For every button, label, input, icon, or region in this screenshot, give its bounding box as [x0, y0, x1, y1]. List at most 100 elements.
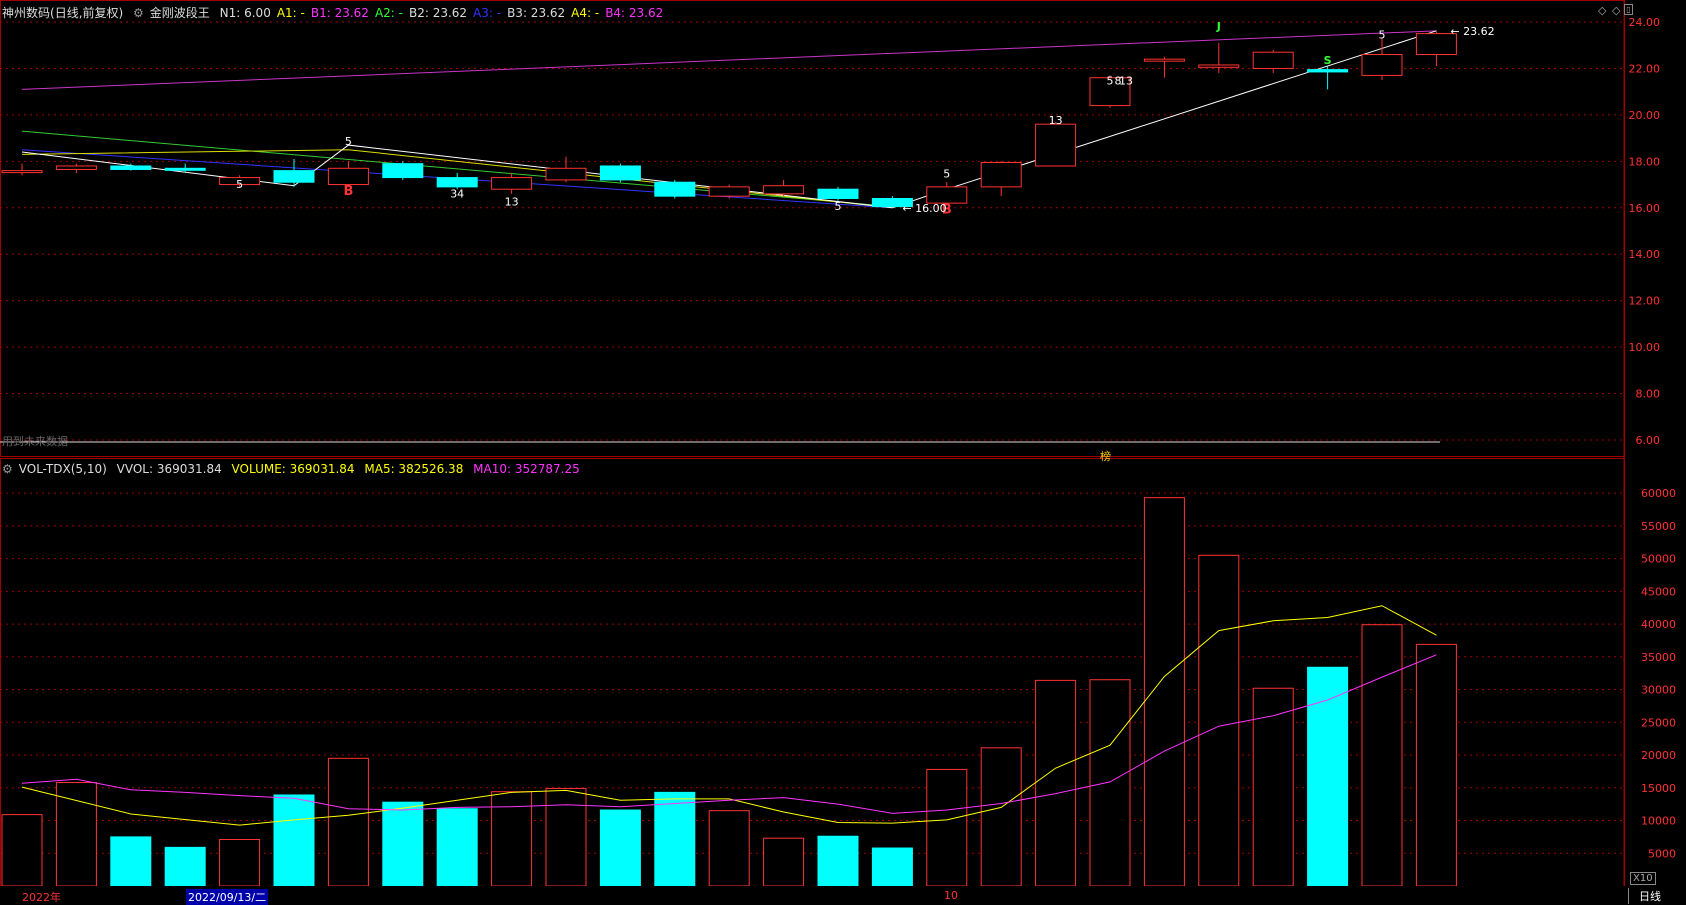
volume-tick-label: 40000 [1641, 618, 1676, 631]
candle-body [382, 163, 424, 179]
indicator-param: B2: 23.62 [408, 6, 468, 20]
candle-body [980, 161, 1022, 188]
gear-icon[interactable]: ⚙ [133, 6, 144, 20]
volume-bar [436, 808, 478, 887]
rank-label: 榜 [1100, 450, 1111, 463]
indicator-param: N1: 6.00 [219, 6, 271, 20]
chart-annotation: 5 [345, 135, 352, 148]
chart-annotation: B [343, 184, 353, 199]
candle-body [491, 177, 533, 190]
candle-body [817, 188, 859, 199]
volume-bar [164, 846, 206, 887]
period-mode: (日线,前复权) [50, 6, 124, 20]
diamond-icon[interactable]: ◇ [1598, 4, 1606, 17]
volume-bar [1415, 643, 1457, 887]
indicator-param: A3: - [473, 6, 502, 20]
volume-tick-label: 50000 [1641, 553, 1676, 566]
candle-body [1361, 54, 1403, 76]
candle-body [763, 185, 805, 195]
chart-annotation: 5 [835, 200, 842, 213]
panel-toggle-icon[interactable]: ▯ [1624, 4, 1633, 15]
indicator-name[interactable]: 金刚波段王 [150, 6, 210, 20]
future-data-label: 用到未来数据 [2, 435, 68, 448]
volume-bar [55, 782, 97, 887]
volume-bar [871, 847, 913, 887]
indicator-param: A4: - [571, 6, 600, 20]
vvol-value: VVOL: 369031.84 [116, 462, 222, 476]
ma10-value: MA10: 352787.25 [473, 462, 580, 476]
volume-tick-label: 30000 [1641, 684, 1676, 697]
candle-body [55, 165, 97, 170]
indicator-param: B4: 23.62 [605, 6, 664, 20]
indicator-param: A1: - [276, 6, 305, 20]
month-label: 10 [944, 889, 958, 902]
high-price-marker: ← 23.62 [1450, 25, 1494, 38]
price-tick-label: 14.00 [1629, 248, 1661, 261]
candle-body [1143, 58, 1185, 62]
price-tick-label: 20.00 [1629, 109, 1661, 122]
volume-tick-label: 5000 [1648, 847, 1676, 860]
year-label: 2022年 [22, 891, 61, 904]
volume-tick-label: 15000 [1641, 782, 1676, 795]
candle-body [545, 167, 587, 181]
price-tick-label: 12.00 [1629, 295, 1661, 308]
chart-annotation: 13 [1049, 114, 1063, 127]
price-tick-label: 18.00 [1629, 155, 1661, 168]
candle-body [654, 181, 696, 197]
chart-annotation: 5 [236, 178, 243, 191]
chart-annotation: 34 [450, 187, 464, 200]
volume-indicator-name[interactable]: VOL-TDX(5,10) [19, 462, 107, 476]
candle-body [926, 186, 968, 204]
candle-body [1252, 51, 1294, 69]
volume-tick-label: 45000 [1641, 585, 1676, 598]
candle-body [1198, 64, 1240, 68]
volume-tick-label: 10000 [1641, 815, 1676, 828]
ma5-value: MA5: 382526.38 [364, 462, 464, 476]
candle-body [708, 186, 750, 197]
candle-body [1307, 69, 1349, 73]
gear-icon[interactable]: ⚙ [2, 462, 13, 476]
price-tick-label: 6.00 [1636, 434, 1661, 447]
volume-bar [654, 791, 696, 887]
chart-annotation: J [1216, 20, 1221, 33]
candle-body [164, 167, 206, 171]
volume-bar [817, 835, 859, 887]
chart-annotation: 13 [1119, 75, 1133, 88]
price-tick-label: 22.00 [1629, 62, 1661, 75]
volume-bar [1, 814, 43, 887]
volume-bar [273, 794, 315, 887]
stock-chart[interactable]: 24.00 22.00 20.00 18.00 16.00 14.00 12.00 10.00… [0, 0, 1686, 904]
volume-bar [110, 836, 152, 887]
selected-date-label: 2022/09/13/二 [186, 889, 269, 905]
circle-icon[interactable]: ◇ [1612, 4, 1620, 17]
candle-body [110, 165, 152, 170]
volume-bar [219, 839, 261, 887]
volume-bar [1198, 554, 1240, 887]
price-tick-label: 8.00 [1636, 388, 1661, 401]
price-tick-label: 24.00 [1629, 16, 1661, 29]
chart-annotation: 5 [943, 168, 950, 181]
volume-tick-label: 55000 [1641, 520, 1676, 533]
volume-bar [1252, 687, 1294, 887]
volume-tick-label: 60000 [1641, 487, 1676, 500]
period-tab[interactable]: 日线 [1628, 888, 1661, 904]
volume-bar [599, 809, 641, 887]
volume-bar [545, 787, 587, 887]
chart-annotation: S [1324, 54, 1332, 67]
chart-annotation: 5 [1379, 28, 1386, 41]
stock-name[interactable]: 神州数码 [2, 6, 50, 20]
candle-body [1035, 123, 1077, 167]
volume-bar [1143, 497, 1185, 887]
volume-bar [763, 837, 805, 887]
price-panel-header: 神州数码(日线,前复权) ⚙ 金刚波段王 N1: 6.00 A1: - B1: 23.… [2, 4, 675, 21]
indicator-params: N1: 6.00 A1: - B1: 23.62 A2: - B2: 23.62 A3: … [220, 6, 670, 20]
low-price-marker: ← 16.00 [902, 202, 946, 215]
volume-bar [382, 801, 424, 887]
candle-body [273, 170, 315, 183]
indicator-param: A2: - [374, 6, 403, 20]
chart-annotation: 5 [1107, 75, 1114, 88]
price-tick-label: 10.00 [1629, 341, 1661, 354]
candle-body [327, 167, 369, 186]
volume-tick-label: 20000 [1641, 749, 1676, 762]
candle-body [1, 170, 43, 174]
